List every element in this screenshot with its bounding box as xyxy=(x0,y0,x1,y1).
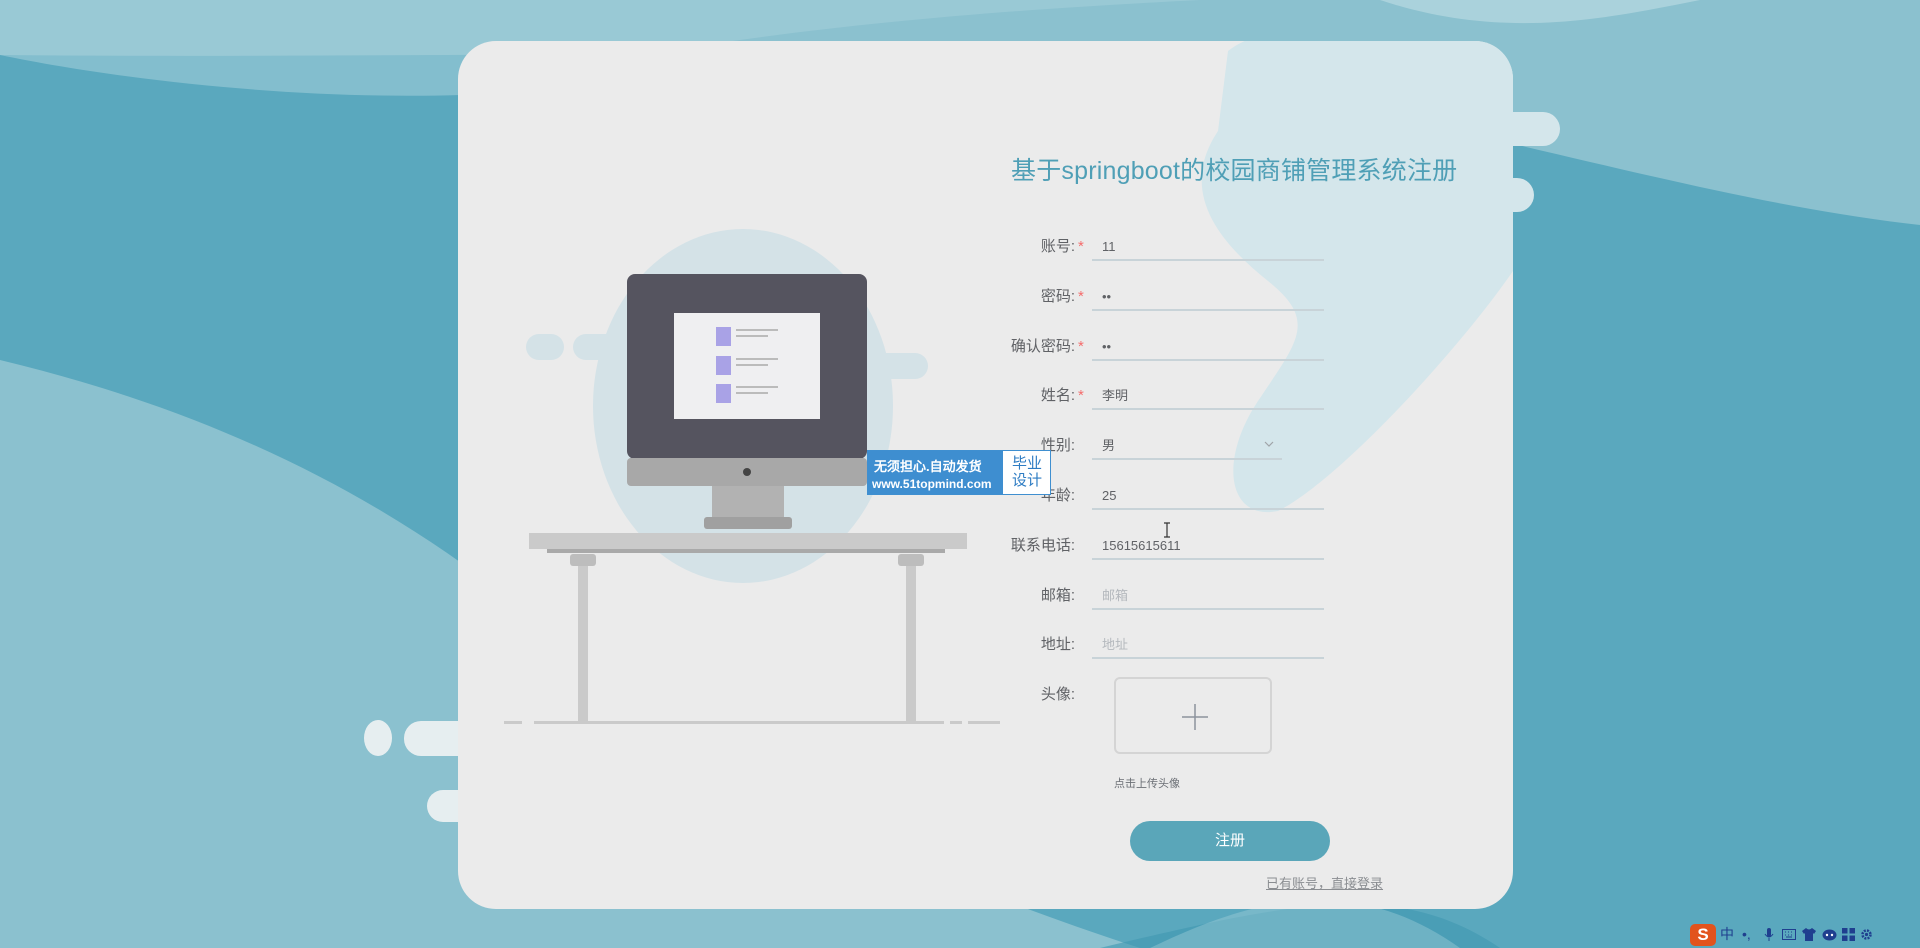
text-cursor-icon xyxy=(1164,522,1170,538)
plus-icon xyxy=(1182,704,1208,730)
password-input[interactable]: •• xyxy=(1092,283,1324,311)
confirm-password-label: 确认密码: xyxy=(1010,338,1075,355)
page-title: 基于springboot的校园商铺管理系统注册 xyxy=(1011,157,1458,185)
password-label: 密码: xyxy=(1040,288,1075,305)
confirm-password-input[interactable]: •• xyxy=(1092,333,1324,361)
settings-gear-icon[interactable] xyxy=(1860,928,1873,941)
name-input[interactable]: 李明 xyxy=(1092,382,1324,410)
watermark-badge[interactable]: 无须担心.自动发货 www.51topmind.com 毕业 设计 xyxy=(867,450,1051,495)
sogou-logo-icon[interactable]: S xyxy=(1690,924,1716,946)
skin-icon[interactable] xyxy=(1802,928,1816,941)
ime-toolbar: S 中 •, xyxy=(1690,920,1920,948)
watermark-line1: 无须担心.自动发货 xyxy=(874,459,982,474)
ime-mode-toggle[interactable]: 中 xyxy=(1720,926,1734,942)
avatar-label: 头像: xyxy=(1040,686,1075,703)
keyboard-icon[interactable] xyxy=(1782,929,1796,940)
avatar-upload-box[interactable] xyxy=(1114,677,1272,754)
chevron-down-icon xyxy=(1264,441,1274,447)
required-mark: * xyxy=(1078,288,1084,305)
required-mark: * xyxy=(1078,387,1084,404)
microphone-icon[interactable] xyxy=(1764,928,1774,942)
gender-select-value: 男 xyxy=(1102,438,1116,453)
phone-input[interactable]: 15615615611 xyxy=(1092,532,1324,560)
address-label: 地址: xyxy=(1040,636,1075,653)
phone-label: 联系电话: xyxy=(1010,537,1075,554)
account-input[interactable]: 11 xyxy=(1092,233,1324,261)
watermark-url: www.51topmind.com xyxy=(872,477,992,491)
watermark-main: 无须担心.自动发货 www.51topmind.com xyxy=(868,451,1003,494)
toolbox-icon[interactable] xyxy=(1842,928,1855,941)
login-link[interactable]: 已有账号，直接登录 xyxy=(1266,873,1383,892)
account-label: 账号: xyxy=(1040,238,1075,255)
email-label: 邮箱: xyxy=(1040,587,1075,604)
avatar-upload-tip: 点击上传头像 xyxy=(1114,778,1180,790)
watermark-tag-line2: 设计 xyxy=(1011,472,1042,489)
email-input[interactable]: 邮箱 xyxy=(1092,582,1324,610)
address-input[interactable]: 地址 xyxy=(1092,631,1324,659)
register-button[interactable]: 注册 xyxy=(1130,821,1330,861)
watermark-tag: 毕业 设计 xyxy=(1006,455,1048,489)
watermark-tag-line1: 毕业 xyxy=(1011,455,1042,472)
punctuation-toggle[interactable]: •, xyxy=(1742,926,1751,942)
required-mark: * xyxy=(1078,338,1084,355)
name-label: 姓名: xyxy=(1040,387,1075,404)
age-input[interactable]: 25 xyxy=(1092,482,1324,510)
required-mark: * xyxy=(1078,238,1084,255)
assistant-icon[interactable] xyxy=(1822,928,1837,941)
gender-select[interactable]: 男 xyxy=(1092,432,1282,460)
